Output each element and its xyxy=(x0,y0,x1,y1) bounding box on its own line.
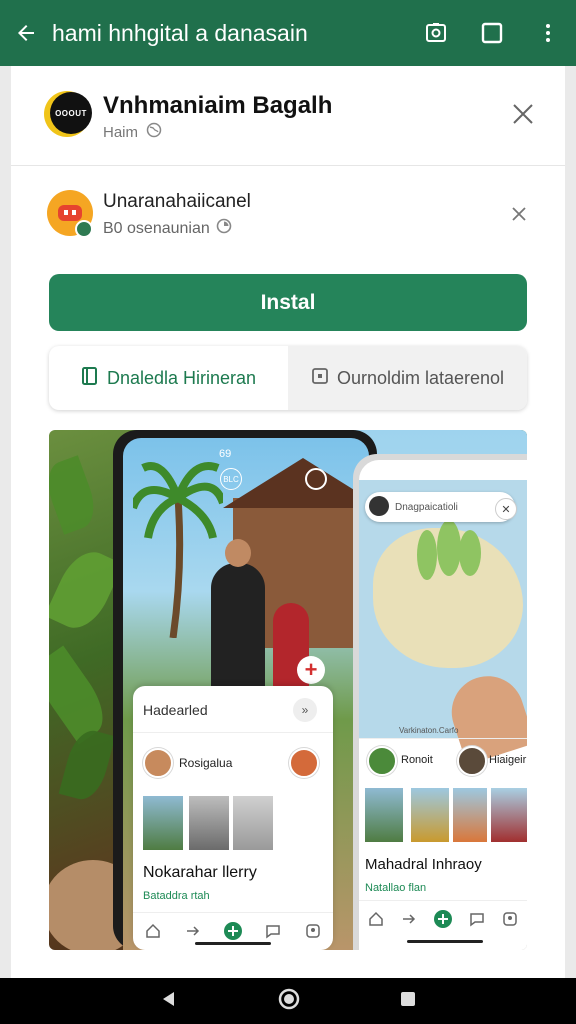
map-search-text: Dnagpaicatioli xyxy=(395,501,458,513)
photo-thumb[interactable] xyxy=(411,788,449,842)
header-app-row: OOOUT Vnhmaniaim Bagalh Haim xyxy=(11,66,565,166)
home-indicator xyxy=(407,940,483,943)
install-button[interactable]: Instal xyxy=(49,274,527,331)
plant-leaf xyxy=(58,726,116,804)
photo-thumb[interactable] xyxy=(143,796,183,850)
more-vert-icon[interactable] xyxy=(520,3,576,63)
bottom-nav xyxy=(359,900,527,936)
plus-icon[interactable]: + xyxy=(297,656,325,684)
verified-badge-icon xyxy=(75,220,93,238)
add-icon[interactable] xyxy=(432,908,454,930)
profile-icon[interactable] xyxy=(499,908,521,930)
divider xyxy=(133,732,333,733)
tab-overview[interactable]: Ournoldim lataerenol xyxy=(288,346,527,410)
square-dot-icon xyxy=(311,367,329,390)
sheet-margin-left xyxy=(0,66,11,978)
recents-nav-icon[interactable] xyxy=(399,990,417,1013)
post-title: Mahadral Inhraoy xyxy=(365,856,482,873)
post-link[interactable]: Bataddra rtah xyxy=(143,890,210,902)
photo-thumb[interactable] xyxy=(491,788,527,842)
chat-icon[interactable] xyxy=(262,920,284,942)
user-name: Hiaigeir xyxy=(489,754,527,766)
close-icon[interactable]: ✕ xyxy=(495,498,517,520)
avatar[interactable] xyxy=(369,496,389,516)
home-icon[interactable] xyxy=(365,908,387,930)
add-icon[interactable] xyxy=(222,920,244,942)
phone-screen-right: Varkinaton.Carfo Dnagpaicatioli ✕ Ronoit… xyxy=(359,460,527,950)
arrow-right-icon[interactable] xyxy=(398,908,420,930)
photo-thumb[interactable] xyxy=(453,788,487,842)
promoted-app-row[interactable]: Unaranahaiicanel B0 osenaunian xyxy=(11,174,565,260)
chevron-icon[interactable]: » xyxy=(293,698,317,722)
hand-gesture xyxy=(442,666,527,766)
system-nav-bar xyxy=(0,978,576,1024)
tab-details-label: Dnaledla Hirineran xyxy=(106,367,257,388)
page-title: hami hnhgital a danasain xyxy=(52,19,308,46)
globe-icon xyxy=(146,122,162,142)
profile-icon[interactable] xyxy=(302,920,324,942)
camera-icon[interactable] xyxy=(408,3,464,63)
book-icon xyxy=(81,366,99,391)
avatar[interactable] xyxy=(143,748,173,778)
back-nav-icon[interactable] xyxy=(159,989,179,1014)
tab-overview-label: Ournoldim lataerenol xyxy=(336,367,505,388)
photo-thumb[interactable] xyxy=(365,788,403,842)
post-card[interactable]: Hadearled » Rosigalua Nokarahar llerry B… xyxy=(133,686,333,950)
app-name: Vnhmaniaim Bagalh xyxy=(103,92,333,119)
user-name: Rosigalua xyxy=(179,756,233,770)
map-region xyxy=(437,520,461,576)
app-logo: OOOUT xyxy=(44,91,92,137)
person xyxy=(273,603,309,698)
phone-mockup-right: Varkinaton.Carfo Dnagpaicatioli ✕ Ronoit… xyxy=(353,454,527,950)
home-indicator xyxy=(195,942,271,945)
status-time: 69 xyxy=(219,448,232,460)
sheet-margin-right xyxy=(565,66,576,978)
logo-mark-icon: OOOUT xyxy=(50,92,92,134)
plant-leaf xyxy=(49,645,115,745)
story-badge: BLC xyxy=(220,468,242,490)
top-app-bar: hami hnhgital a danasain xyxy=(0,0,576,66)
person xyxy=(211,539,265,693)
dismiss-icon[interactable] xyxy=(503,198,535,230)
refresh-icon[interactable] xyxy=(305,468,327,490)
tab-bar: Dnaledla Hirineran Ournoldim lataerenol xyxy=(49,346,527,410)
divider xyxy=(359,738,527,739)
app-subtitle: Haim xyxy=(103,123,139,141)
avatar[interactable] xyxy=(457,746,487,776)
avatar[interactable] xyxy=(289,748,319,778)
tab-details[interactable]: Dnaledla Hirineran xyxy=(49,346,288,410)
map-region xyxy=(459,530,481,576)
chat-icon[interactable] xyxy=(466,908,488,930)
user-name: Ronoit xyxy=(401,754,433,766)
arrow-right-icon[interactable] xyxy=(182,920,204,942)
square-icon[interactable] xyxy=(464,3,520,63)
promoted-app-name: Unaranahaiicanel xyxy=(103,191,251,212)
palm-tree xyxy=(129,458,227,639)
card-title: Hadearled xyxy=(143,702,208,718)
plant-leaf xyxy=(49,455,102,535)
phone-mockup-left: 69 BLC + Hadearled » Rosigalua Nokarahar… xyxy=(113,430,377,950)
promoted-app-logo xyxy=(47,190,93,238)
app-sheet: OOOUT Vnhmaniaim Bagalh Haim Unaranahaii… xyxy=(11,66,565,978)
promoted-app-subtitle-row: B0 osenaunian xyxy=(103,218,232,239)
post-link[interactable]: Natallao flan xyxy=(365,882,426,894)
home-nav-icon[interactable] xyxy=(277,987,301,1016)
app-subtitle-row: Haim xyxy=(103,122,162,142)
promoted-app-subtitle: B0 osenaunian xyxy=(103,219,210,237)
install-button-label: Instal xyxy=(260,290,316,314)
close-icon[interactable] xyxy=(503,94,543,134)
map-region xyxy=(417,530,437,580)
post-title: Nokarahar llerry xyxy=(143,864,257,881)
avatar[interactable] xyxy=(367,746,397,776)
arrow-left-icon[interactable] xyxy=(0,3,52,63)
timer-icon xyxy=(216,218,232,239)
map-label: Varkinaton.Carfo xyxy=(399,726,459,735)
home-icon[interactable] xyxy=(142,920,164,942)
photo-thumb[interactable] xyxy=(189,796,229,850)
photo-thumb[interactable] xyxy=(233,796,273,850)
screenshot-gallery[interactable]: 69 BLC + Hadearled » Rosigalua Nokarahar… xyxy=(49,430,527,950)
phone-screen-left: 69 BLC + Hadearled » Rosigalua Nokarahar… xyxy=(123,438,369,950)
